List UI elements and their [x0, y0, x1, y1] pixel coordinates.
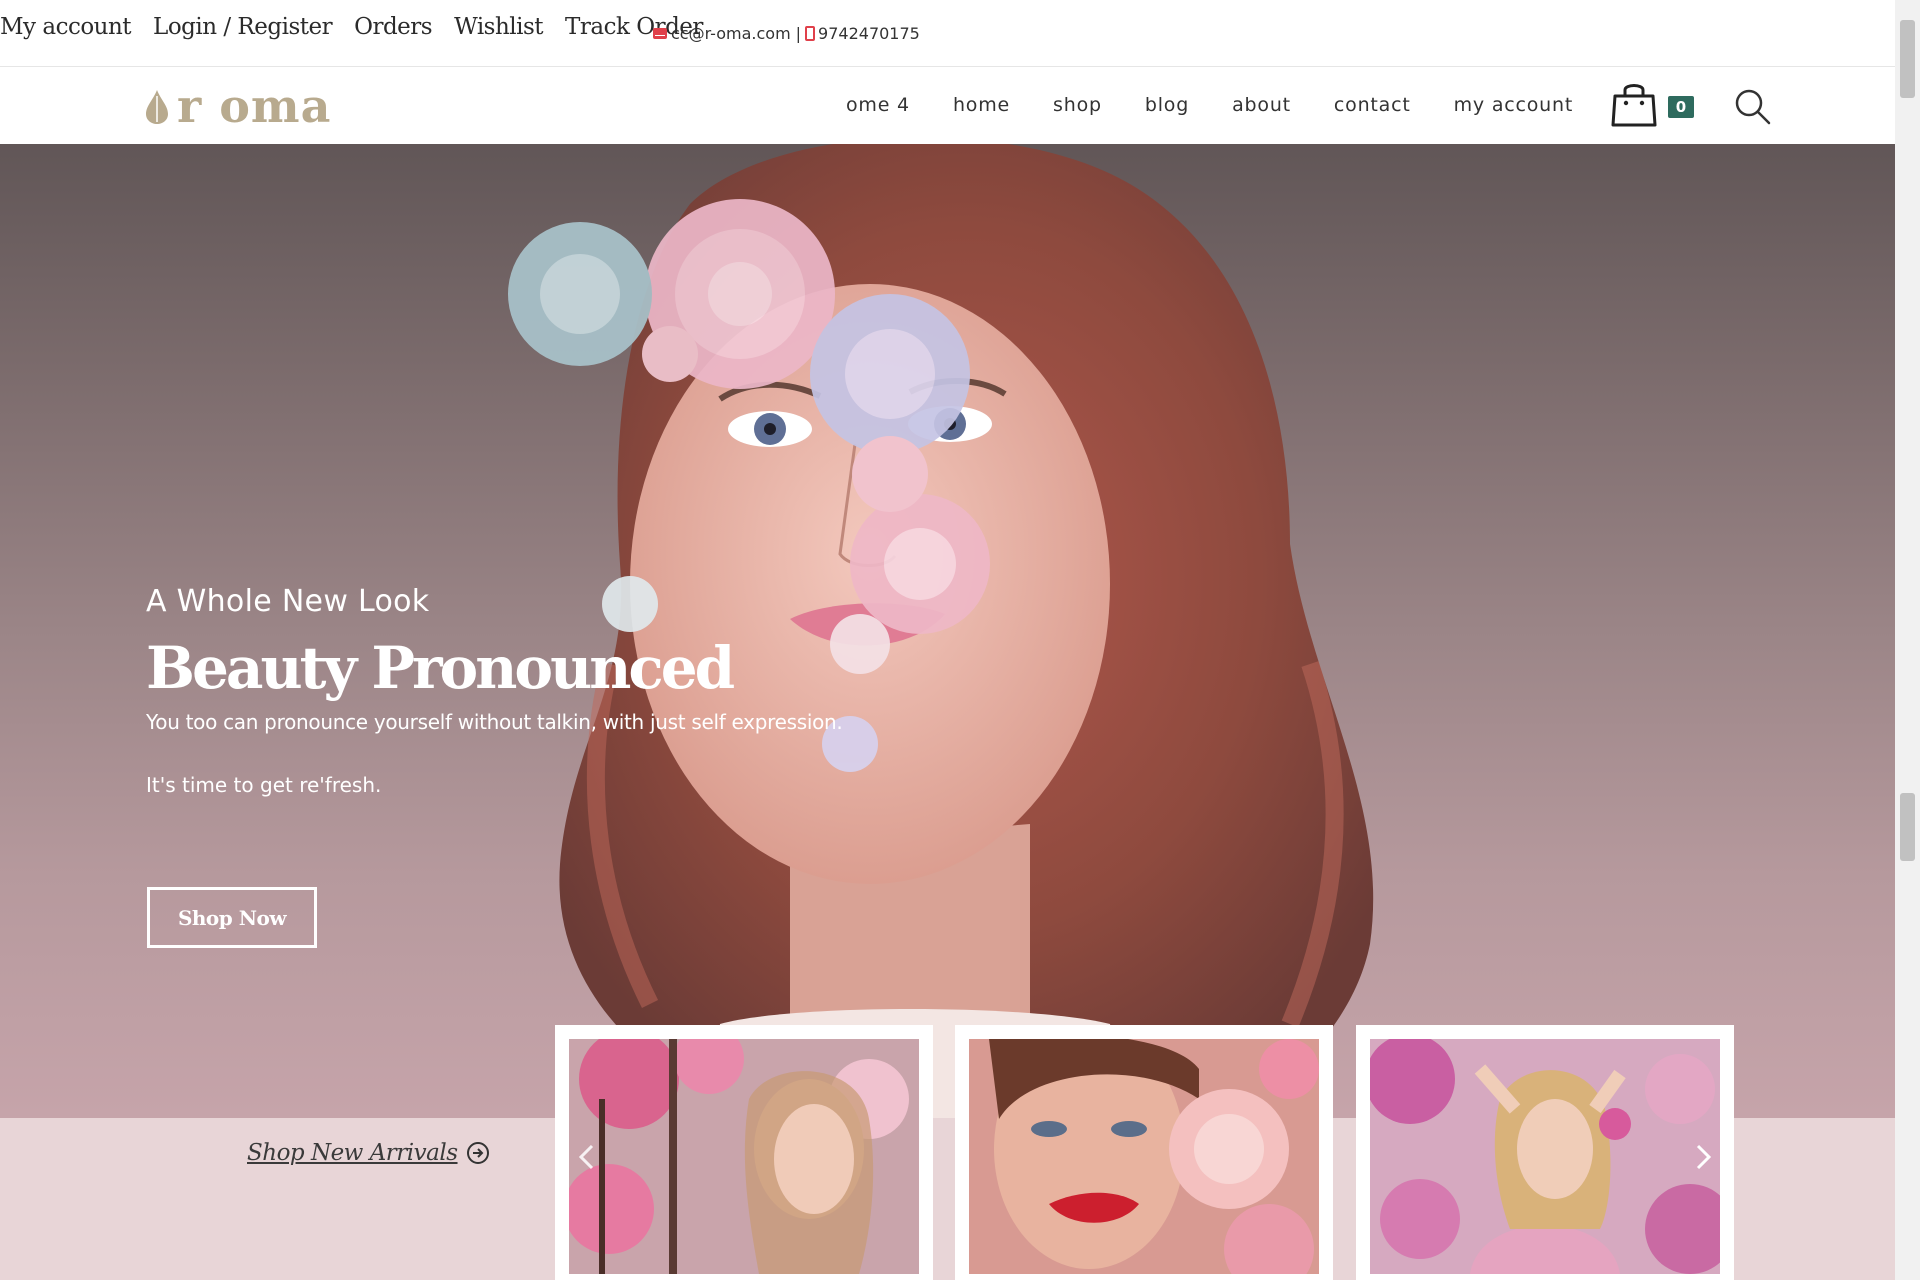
hero-banner: A Whole New Look Beauty Pronounced You t… — [0, 144, 1895, 1118]
wishlist-link[interactable]: Wishlist — [454, 14, 543, 40]
product-card[interactable] — [1356, 1025, 1734, 1280]
main-nav: ome 4 home shop blog about contact my ac… — [846, 94, 1573, 116]
product-card[interactable] — [955, 1025, 1333, 1280]
orders-link[interactable]: Orders — [354, 14, 432, 40]
nav-item-my-account[interactable]: my account — [1454, 94, 1574, 116]
arrow-circle-right-icon — [466, 1142, 489, 1164]
shopping-bag-icon[interactable] — [1609, 80, 1659, 128]
top-links: My account Login / Register Orders Wishl… — [0, 14, 703, 40]
scrollbar-thumb[interactable] — [1900, 20, 1915, 98]
page-scrollbar[interactable] — [1895, 0, 1920, 1280]
scrollbar-thumb-secondary[interactable] — [1900, 793, 1915, 861]
product-image[interactable] — [969, 1039, 1319, 1274]
product-card[interactable] — [555, 1025, 933, 1280]
contact-phone[interactable]: 9742470175 — [818, 24, 920, 43]
shop-now-button[interactable]: Shop Now — [147, 887, 317, 948]
email-icon — [653, 28, 667, 39]
cart-count-badge[interactable]: 0 — [1668, 96, 1694, 118]
hero-portrait-image — [508, 144, 1374, 1118]
nav-item-home[interactable]: home — [953, 94, 1010, 116]
search-icon[interactable] — [1733, 87, 1771, 125]
contact-email[interactable]: cc@r-oma.com — [671, 24, 791, 43]
shop-new-arrivals-link[interactable]: Shop New Arrivals — [247, 1140, 490, 1166]
main-header: r oma ome 4 home shop blog about contact… — [0, 67, 1895, 144]
logo-text: r oma — [177, 79, 332, 133]
login-register-link[interactable]: Login / Register — [153, 14, 333, 40]
phone-icon — [805, 26, 816, 41]
product-image[interactable] — [569, 1039, 919, 1274]
contact-separator: | — [795, 24, 802, 43]
hero-tagline: It's time to get re'fresh. — [146, 773, 382, 797]
carousel-next-arrow-icon[interactable] — [1688, 1140, 1718, 1174]
top-utility-bar: My account Login / Register Orders Wishl… — [0, 0, 1895, 67]
hero-subtitle: A Whole New Look — [146, 584, 430, 619]
product-image[interactable] — [1370, 1039, 1720, 1274]
site-logo[interactable]: r oma — [143, 79, 331, 133]
shop-new-arrivals-label: Shop New Arrivals — [247, 1140, 458, 1166]
nav-item-about[interactable]: about — [1232, 94, 1291, 116]
my-account-link[interactable]: My account — [0, 14, 132, 40]
drop-logo-icon — [146, 90, 168, 124]
nav-item-ome-4[interactable]: ome 4 — [846, 94, 910, 116]
hero-title: Beauty Pronounced — [146, 634, 735, 702]
nav-item-blog[interactable]: blog — [1145, 94, 1189, 116]
nav-item-shop[interactable]: shop — [1053, 94, 1102, 116]
nav-item-contact[interactable]: contact — [1334, 94, 1411, 116]
carousel-prev-arrow-icon[interactable] — [572, 1140, 602, 1174]
hero-description: You too can pronounce yourself without t… — [146, 710, 843, 734]
contact-info: cc@r-oma.com | 9742470175 — [653, 24, 920, 43]
